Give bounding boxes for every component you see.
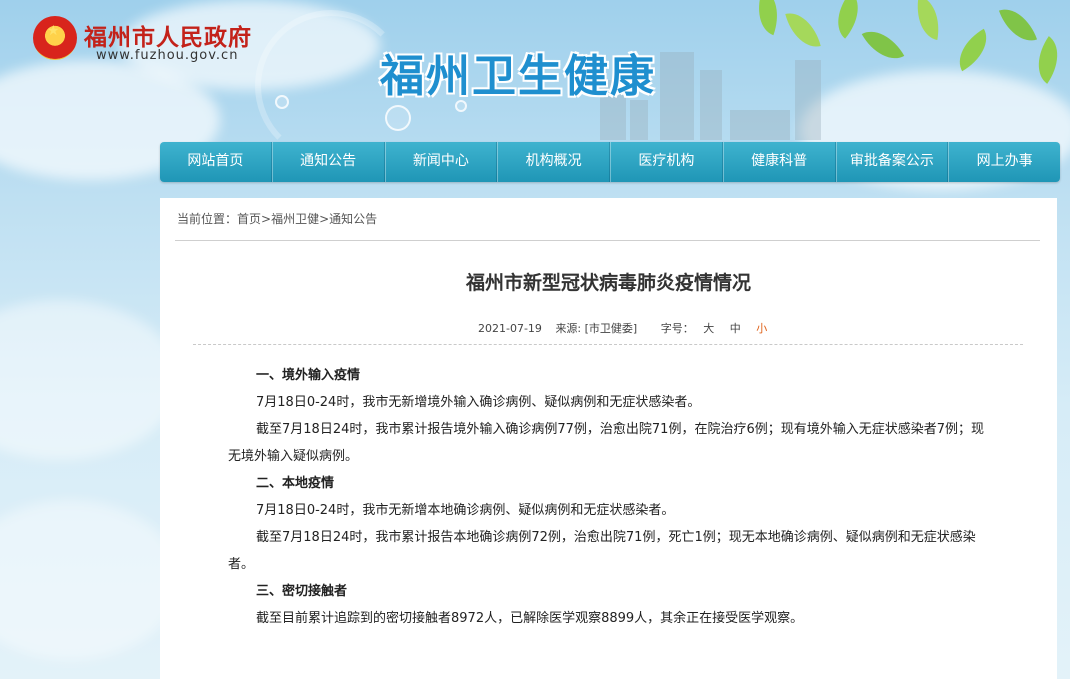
breadcrumb-separator: >	[319, 212, 330, 226]
bubble-decoration	[385, 105, 411, 131]
section-heading: 三、密切接触者	[256, 584, 348, 599]
paragraph: 截至目前累计追踪到的密切接触者8972人，已解除医学观察8899人，其余正在接受…	[256, 611, 804, 626]
paragraph: 7月18日0-24时，我市无新增境外输入确诊病例、疑似病例和无症状感染者。	[256, 395, 701, 410]
nav-item-hospitals[interactable]: 医疗机构	[610, 142, 723, 182]
leaf-decoration	[1025, 36, 1070, 84]
breadcrumb-prefix: 当前位置：	[177, 212, 238, 226]
breadcrumb: 当前位置：首页>福州卫健>通知公告	[177, 210, 377, 227]
paragraph: 截至7月18日24时，我市累计报告境外输入确诊病例77例，治愈出院71例，在院治…	[228, 422, 984, 464]
section-heading: 一、境外输入疫情	[256, 368, 361, 383]
main-nav: 网站首页 通知公告 新闻中心 机构概况 医疗机构 健康科普 审批备案公示 网上办…	[160, 142, 1060, 182]
nav-item-news[interactable]: 新闻中心	[384, 142, 498, 182]
article-date: 2021-07-19	[478, 322, 542, 335]
article-source: 来源: [市卫健委]	[555, 322, 638, 335]
article-title: 福州市新型冠状病毒肺炎疫情情况	[465, 272, 751, 294]
font-size-large-button[interactable]: 大	[703, 322, 714, 335]
breadcrumb-separator: >	[261, 212, 272, 226]
leaf-decoration	[748, 0, 788, 36]
article-meta: 2021-07-19 来源: [市卫健委] 字号： 大 中 小	[478, 320, 773, 336]
nav-item-online-services[interactable]: 网上办事	[948, 142, 1060, 182]
nav-item-about[interactable]: 机构概况	[497, 142, 610, 182]
breadcrumb-item-home[interactable]: 首页	[237, 212, 261, 226]
leaf-decoration	[949, 28, 997, 72]
font-size-small-button[interactable]: 小	[756, 322, 767, 335]
national-emblem-icon: ★	[33, 16, 77, 60]
leaf-decoration	[861, 21, 905, 69]
nav-item-home[interactable]: 网站首页	[160, 142, 272, 182]
breadcrumb-item-notices[interactable]: 通知公告	[329, 212, 377, 226]
gov-name[interactable]: 福州市人民政府	[84, 18, 252, 52]
article-body: 一、境外输入疫情 7月18日0-24时，我市无新增境外输入确诊病例、疑似病例和无…	[228, 362, 988, 632]
paragraph: 截至7月18日24时，我市累计报告本地确诊病例72例，治愈出院71例，死亡1例；…	[228, 530, 976, 572]
leaf-decoration	[998, 1, 1038, 49]
gov-url[interactable]: www.fuzhou.gov.cn	[96, 48, 238, 63]
bubble-decoration	[275, 95, 289, 109]
divider	[175, 240, 1040, 241]
divider	[193, 344, 1023, 345]
site-header: ★ 福州市人民政府 www.fuzhou.gov.cn 福州卫生健康	[0, 0, 1070, 162]
leaf-decoration	[911, 0, 945, 40]
font-size-medium-button[interactable]: 中	[730, 322, 741, 335]
site-title: 福州卫生健康	[380, 51, 656, 102]
nav-item-health-education[interactable]: 健康科普	[722, 142, 836, 182]
breadcrumb-item-fuzhou-health[interactable]: 福州卫健	[271, 212, 319, 226]
section-heading: 二、本地疫情	[256, 476, 335, 491]
nav-item-approval[interactable]: 审批备案公示	[835, 142, 949, 182]
article-panel: 当前位置：首页>福州卫健>通知公告 福州市新型冠状病毒肺炎疫情情况 2021-0…	[160, 198, 1057, 679]
nav-item-notices[interactable]: 通知公告	[271, 142, 385, 182]
paragraph: 7月18日0-24时，我市无新增本地确诊病例、疑似病例和无症状感染者。	[256, 503, 675, 518]
font-size-label: 字号：	[660, 322, 694, 335]
